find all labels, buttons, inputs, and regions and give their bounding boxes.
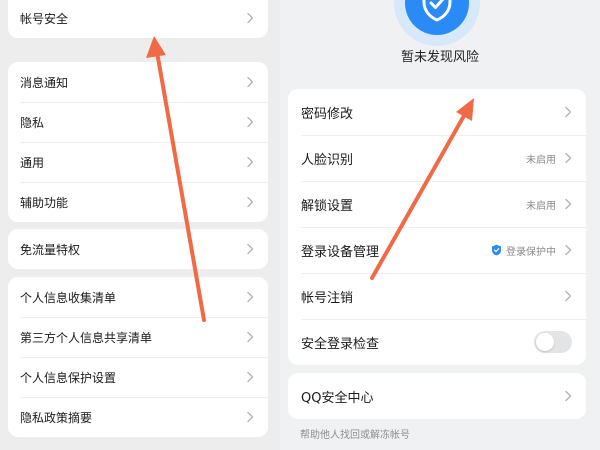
security-item-status: 未启用: [526, 154, 556, 166]
security-item-label: 密码修改: [301, 106, 354, 122]
chevron-right-icon: [565, 106, 572, 118]
chevron-right-icon: [247, 331, 254, 343]
qq-security-center-label: QQ安全中心: [301, 390, 374, 406]
security-item-label: 登录设备管理: [301, 244, 380, 260]
security-item-login-check: 安全登录检查: [288, 319, 586, 365]
settings-item-label: 隐私: [20, 115, 45, 130]
settings-card-personal-info: 个人信息收集清单 第三方个人信息共享清单 个人信息保护设置 隐私政策摘要: [8, 277, 268, 437]
settings-item-privacy[interactable]: 隐私: [8, 102, 268, 142]
shield-icon: [422, 0, 452, 22]
security-options-card: 密码修改 人脸识别 未启用 解锁设置 未启用 登录设备管理 登录保护中 帐号注销…: [288, 89, 586, 365]
qq-security-card: QQ安全中心: [288, 373, 586, 419]
settings-item-info-collection[interactable]: 个人信息收集清单: [8, 277, 268, 317]
shield-check-icon: [492, 244, 501, 256]
settings-item-account-security[interactable]: 帐号安全: [8, 0, 268, 38]
settings-panel: 帐号安全 消息通知 隐私 通用 辅助功能 免流量特权 个人信息收集清单 第三方个…: [0, 0, 280, 450]
chevron-right-icon: [247, 76, 254, 88]
security-item-label: 人脸识别: [301, 152, 354, 168]
settings-item-free-data[interactable]: 免流量特权: [8, 229, 268, 269]
chevron-right-icon: [565, 244, 572, 256]
settings-item-notifications[interactable]: 消息通知: [8, 62, 268, 102]
chevron-right-icon: [565, 198, 572, 210]
security-item-status: 登录保护中: [491, 243, 556, 258]
helper-text: 帮助他人找回或解冻帐号: [300, 430, 410, 441]
settings-card-general: 消息通知 隐私 通用 辅助功能: [8, 62, 268, 222]
security-item-label: 安全登录检查: [301, 336, 380, 352]
security-item-label: 帐号注销: [301, 290, 354, 306]
chevron-right-icon: [247, 411, 254, 423]
account-security-panel: 暂未发现风险 密码修改 人脸识别 未启用 解锁设置 未启用 登录设备管理 登录保…: [280, 0, 600, 450]
security-item-status: 未启用: [526, 200, 556, 212]
screen: 帐号安全 消息通知 隐私 通用 辅助功能 免流量特权 个人信息收集清单 第三方个…: [0, 0, 600, 450]
chevron-right-icon: [247, 12, 254, 24]
chevron-right-icon: [247, 371, 254, 383]
chevron-right-icon: [565, 152, 572, 164]
security-status-badge: [394, 0, 480, 46]
settings-item-label: 免流量特权: [20, 242, 81, 257]
settings-item-label: 通用: [20, 155, 45, 170]
settings-item-info-protection[interactable]: 个人信息保护设置: [8, 357, 268, 397]
security-item-unlock[interactable]: 解锁设置 未启用: [288, 181, 586, 227]
settings-item-label: 隐私政策摘要: [20, 410, 93, 425]
chevron-right-icon: [247, 243, 254, 255]
settings-item-third-party-sharing[interactable]: 第三方个人信息共享清单: [8, 317, 268, 357]
settings-item-privacy-summary[interactable]: 隐私政策摘要: [8, 397, 268, 437]
security-item-device-management[interactable]: 登录设备管理 登录保护中: [288, 227, 586, 273]
security-item-password[interactable]: 密码修改: [288, 89, 586, 135]
security-item-label: 解锁设置: [301, 198, 354, 214]
settings-item-label: 个人信息保护设置: [20, 370, 117, 385]
settings-item-accessibility[interactable]: 辅助功能: [8, 182, 268, 222]
chevron-right-icon: [565, 390, 572, 402]
settings-card-account: 帐号安全: [8, 0, 268, 38]
chevron-right-icon: [247, 156, 254, 168]
security-item-face-id[interactable]: 人脸识别 未启用: [288, 135, 586, 181]
settings-item-label: 帐号安全: [20, 11, 69, 26]
qq-security-center-item[interactable]: QQ安全中心: [288, 373, 586, 419]
settings-item-label: 个人信息收集清单: [20, 290, 117, 305]
settings-item-general[interactable]: 通用: [8, 142, 268, 182]
settings-item-label: 第三方个人信息共享清单: [20, 330, 153, 345]
chevron-right-icon: [565, 290, 572, 302]
chevron-right-icon: [247, 291, 254, 303]
security-status-title: 暂未发现风险: [400, 50, 479, 65]
security-item-account-deletion[interactable]: 帐号注销: [288, 273, 586, 319]
chevron-right-icon: [247, 196, 254, 208]
settings-item-label: 辅助功能: [20, 195, 69, 210]
settings-card-data: 免流量特权: [8, 229, 268, 269]
chevron-right-icon: [247, 116, 254, 128]
settings-item-label: 消息通知: [20, 75, 69, 90]
login-check-toggle[interactable]: [534, 331, 572, 353]
